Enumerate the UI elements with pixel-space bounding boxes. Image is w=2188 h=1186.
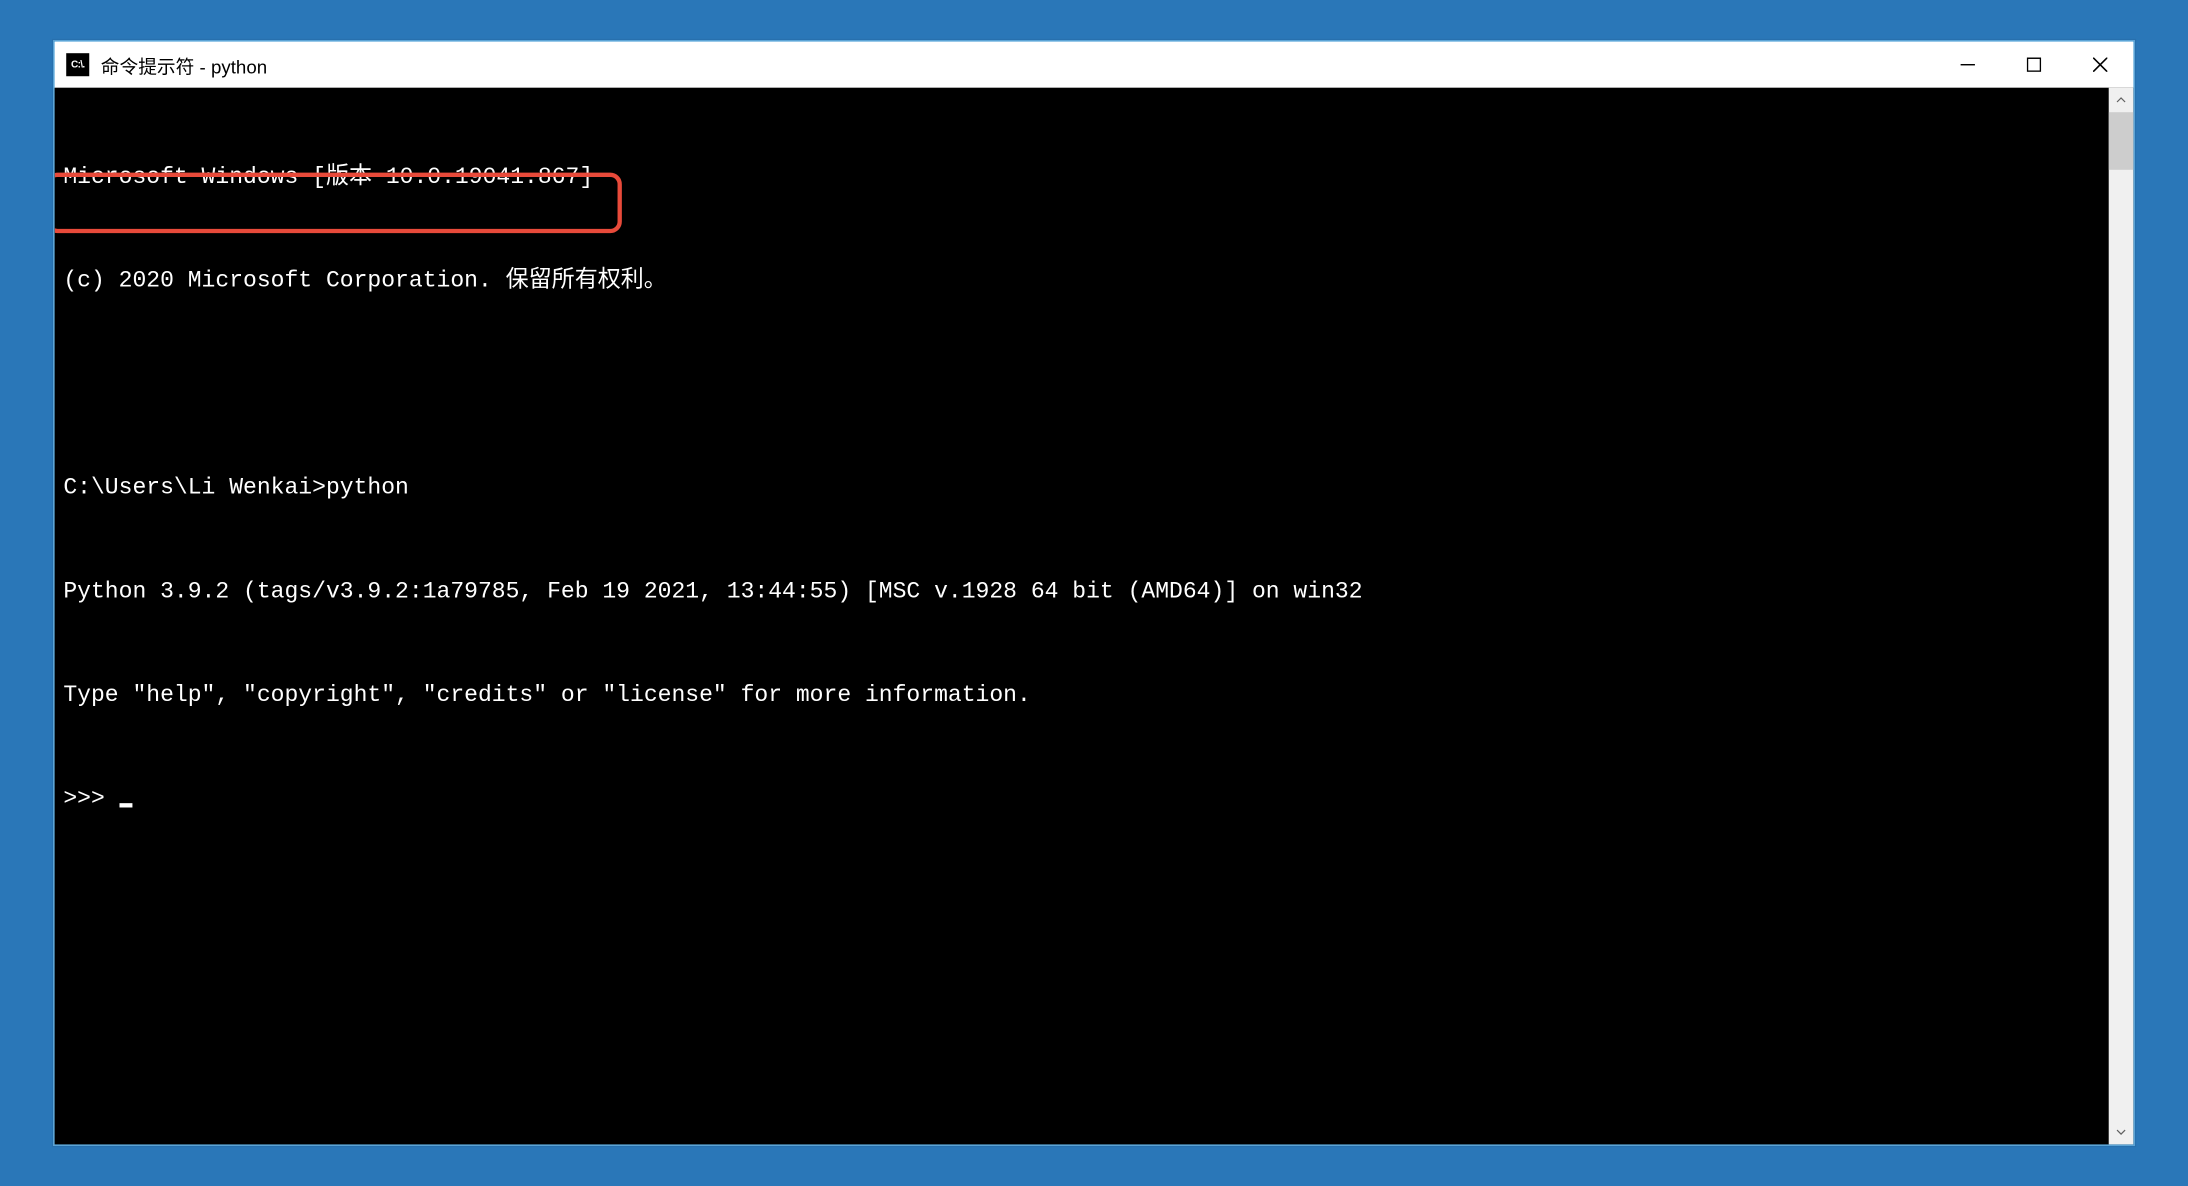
scroll-thumb[interactable]: [2109, 112, 2133, 170]
terminal-cursor: [120, 803, 133, 807]
minimize-icon: [1961, 58, 1975, 72]
maximize-icon: [2027, 58, 2041, 72]
close-button[interactable]: [2067, 42, 2133, 88]
window-title: 命令提示符 - python: [101, 51, 1935, 78]
terminal-line: Python 3.9.2 (tags/v3.9.2:1a79785, Feb 1…: [63, 574, 2100, 609]
terminal-prompt-text: >>>: [63, 786, 118, 812]
client-area: Microsoft Windows [版本 10.0.19041.867] (c…: [55, 88, 2134, 1145]
terminal-line: C:\Users\Li Wenkai>python: [63, 471, 2100, 506]
chevron-down-icon: [2116, 1127, 2126, 1137]
terminal-prompt-line: >>>: [63, 782, 2100, 817]
terminal-output[interactable]: Microsoft Windows [版本 10.0.19041.867] (c…: [55, 88, 2109, 1145]
titlebar[interactable]: C:\. 命令提示符 - python: [55, 42, 2134, 88]
terminal-line: Type "help", "copyright", "credits" or "…: [63, 678, 2100, 713]
cmd-icon-label: C:\.: [71, 60, 84, 70]
chevron-up-icon: [2116, 95, 2126, 105]
maximize-button[interactable]: [2001, 42, 2067, 88]
scroll-track[interactable]: [2109, 112, 2133, 1120]
scroll-up-button[interactable]: [2109, 88, 2133, 112]
window-controls: [1935, 42, 2134, 88]
terminal-line: [63, 367, 2100, 402]
terminal-line: (c) 2020 Microsoft Corporation. 保留所有权利。: [63, 263, 2100, 298]
minimize-button[interactable]: [1935, 42, 2001, 88]
terminal-line: Microsoft Windows [版本 10.0.19041.867]: [63, 160, 2100, 195]
scroll-down-button[interactable]: [2109, 1120, 2133, 1144]
command-prompt-window: C:\. 命令提示符 - python Microsoft Windows [版…: [53, 40, 2134, 1146]
cmd-icon: C:\.: [66, 53, 89, 76]
vertical-scrollbar[interactable]: [2109, 88, 2133, 1145]
close-icon: [2093, 58, 2107, 72]
